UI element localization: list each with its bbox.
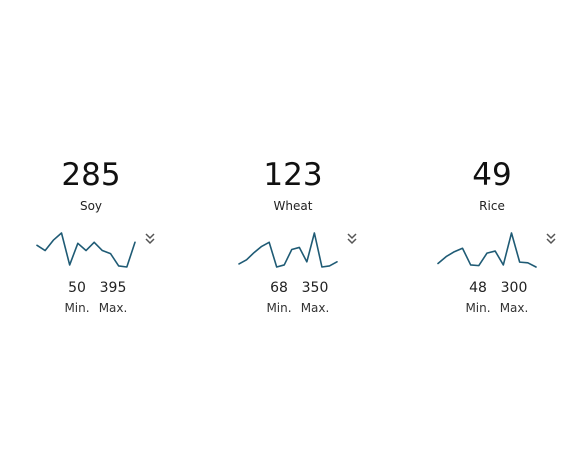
- kpi-value: 123: [263, 157, 323, 193]
- min-value: 50: [68, 280, 86, 296]
- sparkline: [36, 232, 136, 268]
- min-value: 68: [270, 280, 288, 296]
- kpi-card-soy: 285 Soy 50 Min. 395 Max.: [11, 150, 171, 325]
- kpi-value: 49: [472, 157, 512, 193]
- sparkline: [238, 232, 338, 268]
- max-value: 300: [500, 280, 528, 296]
- max-label: Max.: [499, 301, 529, 315]
- sparkline-series-wheat: [238, 232, 338, 268]
- max-value: 350: [301, 280, 329, 296]
- chevron-double-down-icon[interactable]: [346, 232, 358, 246]
- max-value: 395: [99, 280, 127, 296]
- sparkline-series-soy: [36, 232, 136, 268]
- min-stat: 68 Min.: [259, 280, 299, 315]
- kpi-label: Soy: [79, 199, 103, 213]
- max-label: Max.: [98, 301, 128, 315]
- min-label: Min.: [465, 301, 491, 315]
- kpi-card-rice: 49 Rice 48 Min. 300 Max.: [412, 150, 572, 325]
- kpi-card-wheat: 123 Wheat 68 Min. 350 Max.: [213, 150, 373, 325]
- max-stat: 350 Max.: [295, 280, 335, 315]
- kpi-value: 285: [61, 157, 121, 193]
- chevron-double-down-icon[interactable]: [144, 232, 156, 246]
- max-label: Max.: [300, 301, 330, 315]
- sparkline: [437, 232, 537, 268]
- min-label: Min.: [266, 301, 292, 315]
- min-label: Min.: [64, 301, 90, 315]
- sparkline-series-rice: [437, 232, 537, 268]
- kpi-label: Wheat: [273, 199, 313, 213]
- min-stat: 48 Min.: [458, 280, 498, 315]
- chevron-double-down-icon[interactable]: [545, 232, 557, 246]
- max-stat: 300 Max.: [494, 280, 534, 315]
- min-value: 48: [469, 280, 487, 296]
- min-stat: 50 Min.: [57, 280, 97, 315]
- kpi-label: Rice: [479, 199, 505, 213]
- max-stat: 395 Max.: [93, 280, 133, 315]
